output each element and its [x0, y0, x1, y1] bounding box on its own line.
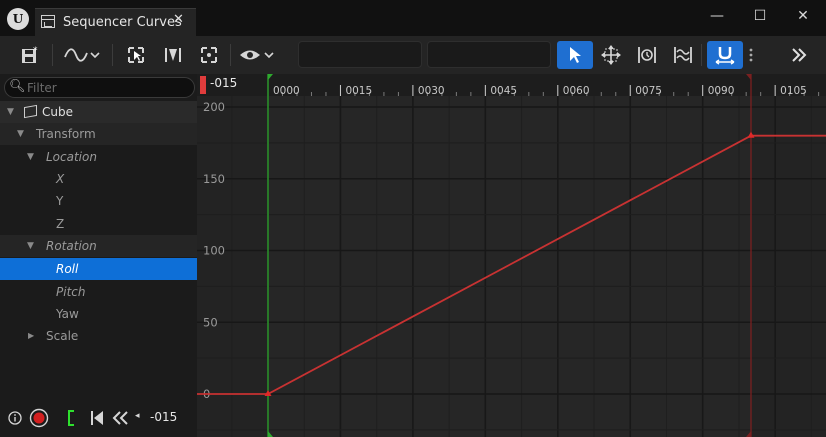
frame-selection-icon[interactable] [124, 41, 148, 69]
search-icon: 🔍︎ [9, 79, 26, 94]
expand-arrow-icon[interactable]: ▼ [27, 146, 34, 168]
expand-arrow-icon[interactable]: ▼ [17, 123, 24, 145]
toolbar-separator [112, 44, 113, 66]
key-time-field[interactable] [298, 41, 422, 68]
save-icon[interactable]: * [17, 41, 43, 69]
multi-scale-tool-icon[interactable] [670, 41, 696, 69]
tree-item-label: Yaw [56, 307, 79, 321]
visibility-dropdown[interactable] [238, 41, 278, 69]
toolbar: * [0, 36, 826, 74]
curve-view-dropdown[interactable] [62, 41, 102, 69]
title-bar: U Sequencer Curves ✕ — ☐ ✕ [0, 0, 826, 36]
tab-close-button[interactable]: ✕ [173, 12, 184, 27]
time-scrubber-handle[interactable] [200, 76, 206, 94]
tree-item-scale[interactable]: ▶ Scale [0, 325, 197, 347]
collapsed-arrow-icon[interactable]: ▶ [28, 325, 34, 347]
ruler-tick-label: 0075 [635, 85, 662, 97]
tree-item-cube[interactable]: ▼ Cube [0, 101, 197, 123]
jump-to-start-icon[interactable] [90, 410, 104, 430]
tree-item-rotation[interactable]: ▼ Rotation [0, 235, 197, 257]
y-axis-tick-label: 50 [203, 315, 218, 329]
current-frame-display[interactable]: -015 [150, 410, 177, 424]
minimize-button[interactable]: — [705, 6, 729, 26]
expand-arrow-icon[interactable]: ▼ [7, 101, 14, 123]
ruler-tick-label: 0000 [273, 85, 300, 97]
ruler-tick-label: 0045 [490, 85, 517, 97]
y-axis-tick-label: 150 [203, 172, 225, 186]
tree-item-location-y[interactable]: Y [0, 190, 197, 212]
tab-title: Sequencer Curves [63, 15, 182, 30]
ruler-tick-label: 0105 [780, 85, 807, 97]
overflow-chevron-icon[interactable] [786, 41, 812, 69]
ruler-tick-label: 0060 [563, 85, 590, 97]
tree-item-label: Pitch [56, 285, 86, 299]
tree-item-label: Y [56, 194, 64, 208]
tree-item-location[interactable]: ▼ Location [0, 146, 197, 168]
tree-item-label: Cube [42, 105, 73, 119]
step-back-icon[interactable] [112, 410, 130, 430]
expand-arrow-icon[interactable]: ▼ [27, 235, 34, 257]
curve-editor-view[interactable]: 0000 0015 0030 0045 0060 0075 0090 0105 0 50 100 1… [197, 74, 826, 437]
playback-start-marker-icon[interactable] [67, 410, 75, 430]
tree-item-label: X [56, 172, 65, 186]
y-axis-tick-label: 200 [203, 100, 225, 114]
toolbar-separator [52, 44, 53, 66]
tree-item-label: Location [46, 150, 97, 164]
retime-tool-icon[interactable] [634, 41, 660, 69]
tree-item-location-x[interactable]: X [0, 168, 197, 190]
filter-input[interactable] [27, 79, 187, 96]
transform-tool-icon[interactable] [598, 41, 624, 69]
tree-item-label: Rotation [46, 239, 97, 253]
record-button[interactable] [29, 408, 49, 432]
frame-all-icon[interactable] [197, 41, 221, 69]
tree-item-label: Z [56, 217, 65, 231]
tree-item-label: Roll [56, 262, 79, 276]
scrubber-frame-label: -015 [210, 76, 237, 90]
select-tool-button[interactable] [557, 41, 593, 69]
play-reverse-icon[interactable]: ◂ [135, 411, 140, 421]
cube-icon [24, 104, 37, 119]
ruler-tick-label: 0030 [418, 85, 445, 97]
curve-graph[interactable]: 0000 0015 0030 0045 0060 0075 0090 0105 0501001… [197, 74, 826, 437]
tree-item-location-z[interactable]: Z [0, 213, 197, 235]
tree-item-rotation-roll[interactable]: Roll [0, 258, 197, 280]
curve-editor-icon [41, 15, 55, 28]
curve-tree-panel: 🔍︎ ▼ Cube ▼ Transform ▼ Location X Y Z ▼… [0, 74, 197, 437]
tree-item-rotation-yaw[interactable]: Yaw [0, 303, 197, 325]
svg-text:*: * [33, 46, 38, 56]
playback-controls: ◂ -015 [0, 400, 197, 437]
snapping-toggle-button[interactable] [707, 41, 743, 69]
key-value-field[interactable] [427, 41, 551, 68]
info-icon[interactable] [8, 411, 22, 429]
tree-item-label: Scale [46, 329, 79, 343]
toolbar-separator [230, 44, 231, 66]
y-axis-tick-label: 100 [203, 244, 225, 258]
tab-sequencer-curves[interactable]: Sequencer Curves ✕ [35, 8, 196, 36]
tree-item-transform[interactable]: ▼ Transform [0, 123, 197, 145]
toolbar-separator [701, 44, 702, 66]
ruler-tick-label: 0015 [345, 85, 372, 97]
snapping-options-icon[interactable] [744, 41, 758, 69]
close-window-button[interactable]: ✕ [791, 6, 815, 26]
maximize-button[interactable]: ☐ [748, 6, 772, 26]
unreal-logo-icon: U [7, 8, 29, 30]
filter-box[interactable]: 🔍︎ [4, 77, 195, 98]
frame-vertical-icon[interactable] [161, 41, 185, 69]
ruler-tick-label: 0090 [708, 85, 735, 97]
tree-item-label: Transform [36, 127, 96, 141]
tree-item-rotation-pitch[interactable]: Pitch [0, 281, 197, 303]
